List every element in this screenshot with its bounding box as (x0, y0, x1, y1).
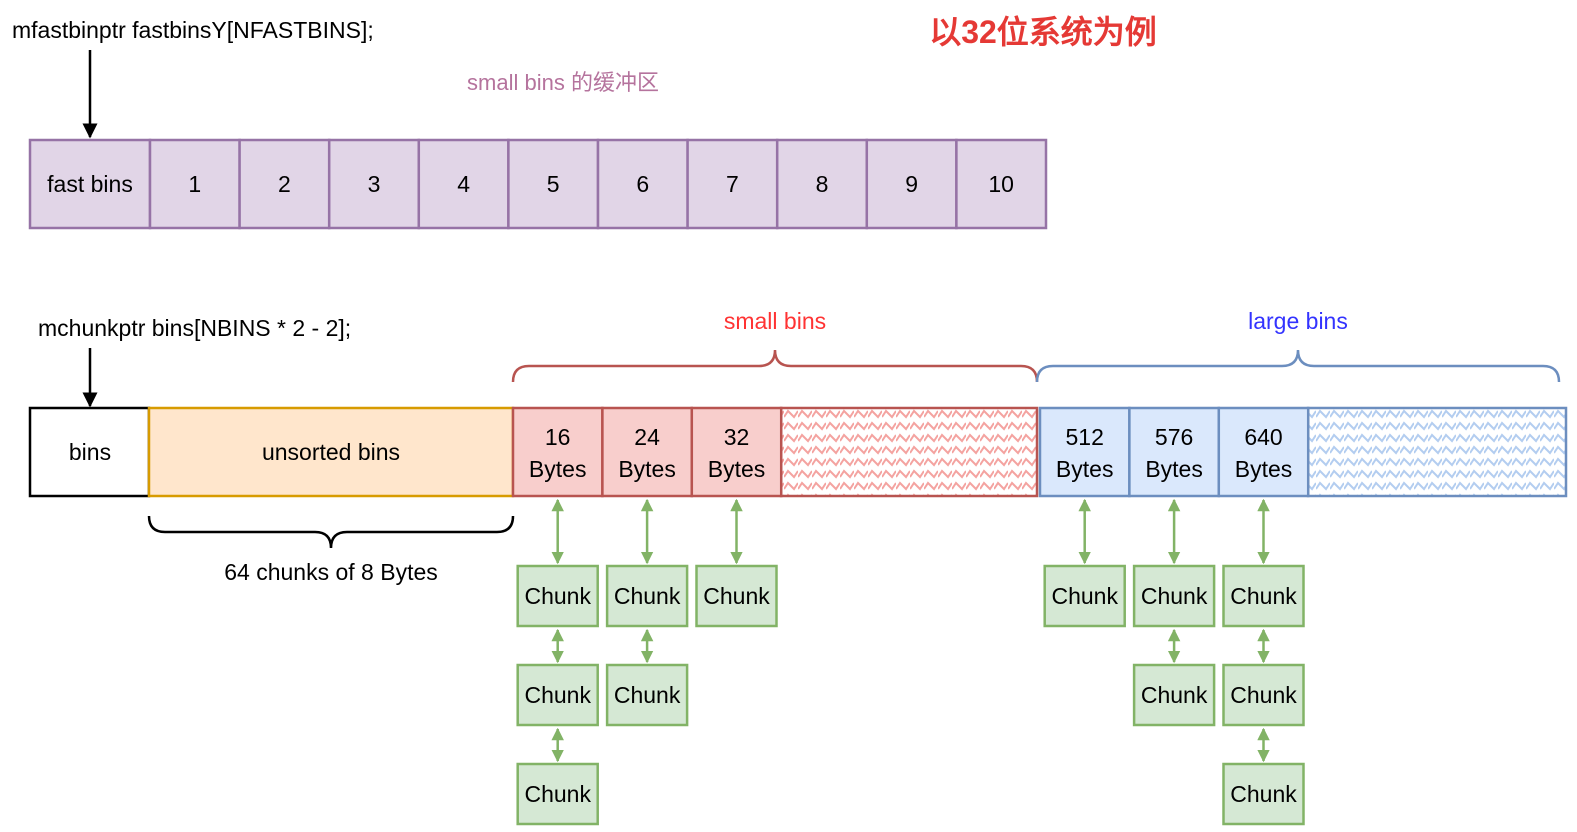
bin-size: 24 (634, 424, 660, 450)
bin-size-unit: Bytes (708, 456, 766, 482)
bin-size: 576 (1155, 424, 1193, 450)
chunk-label: Chunk (1141, 682, 1208, 708)
fastbins-buffer-label: small bins 的缓冲区 (467, 70, 659, 95)
fastbin-cell-label: 4 (457, 171, 470, 197)
fastbin-cell-label: 1 (188, 171, 201, 197)
fastbin-cell-label: 6 (636, 171, 649, 197)
bin-size: 512 (1066, 424, 1104, 450)
chunk-label: Chunk (524, 781, 591, 807)
bin-size-unit: Bytes (529, 456, 587, 482)
bin-size-unit: Bytes (1145, 456, 1203, 482)
unsorted-brace-label: 64 chunks of 8 Bytes (224, 559, 438, 585)
bin-cell (1038, 406, 1131, 498)
bin-size-unit: Bytes (618, 456, 676, 482)
bin-cell (1128, 406, 1221, 498)
chunk-label: Chunk (1230, 781, 1297, 807)
fastbins-declaration: mfastbinptr fastbinsY[NFASTBINS]; (12, 17, 374, 43)
unsorted-brace (147, 515, 515, 549)
small-bins-label: small bins (724, 308, 826, 334)
fastbin-cell-label: 9 (905, 171, 918, 197)
chunk-label: Chunk (614, 583, 681, 609)
large-bins-label: large bins (1248, 308, 1348, 334)
chunk-label: Chunk (1230, 682, 1297, 708)
unsorted-bins-label: unsorted bins (262, 439, 400, 465)
chunk-label: Chunk (524, 583, 591, 609)
bin-cell (601, 406, 694, 498)
large-bins-group: 512 Bytes Chunk 576 Bytes Chunk Chunk 640 Bytes C… (1038, 406, 1310, 826)
bin-cell (690, 406, 783, 498)
fastbins-head-label: fast bins (47, 171, 133, 197)
large-bins-remaining (1306, 406, 1568, 498)
fastbin-cell-label: 5 (547, 171, 560, 197)
chunk-label: Chunk (703, 583, 770, 609)
fastbin-cell-label: 8 (816, 171, 829, 197)
bins-declaration: mchunkptr bins[NBINS * 2 - 2]; (38, 315, 351, 341)
bin-cell (511, 406, 604, 498)
fastbin-cell-label: 7 (726, 171, 739, 197)
small-bins-group: 16 Bytes Chunk Chunk Chunk 24 Bytes Chunk Chunk 3… (511, 406, 783, 826)
small-bins-remaining (779, 406, 1039, 498)
fastbin-cell-label: 10 (988, 171, 1014, 197)
chunk-label: Chunk (614, 682, 681, 708)
bins-head-label: bins (69, 439, 111, 465)
bin-size: 640 (1244, 424, 1282, 450)
chunk-label: Chunk (1051, 583, 1118, 609)
bin-cell (1217, 406, 1310, 498)
chunk-label: Chunk (524, 682, 591, 708)
chunk-label: Chunk (1141, 583, 1208, 609)
large-bins-brace (1035, 349, 1561, 383)
small-bins-brace (511, 349, 1039, 383)
top-title: 以32位系统为例 (929, 14, 1157, 50)
glibc-bins-diagram: 以32位系统为例 mfastbinptr fastbinsY[NFASTBINS… (12, 14, 1568, 826)
bin-size-unit: Bytes (1235, 456, 1293, 482)
bin-size: 32 (724, 424, 750, 450)
fastbin-cell-label: 2 (278, 171, 291, 197)
fastbins-row: fast bins 1 2 3 4 5 6 7 8 9 10 (28, 138, 1048, 230)
bin-size: 16 (545, 424, 571, 450)
bin-size-unit: Bytes (1056, 456, 1114, 482)
chunk-label: Chunk (1230, 583, 1297, 609)
fastbin-cell-label: 3 (368, 171, 381, 197)
